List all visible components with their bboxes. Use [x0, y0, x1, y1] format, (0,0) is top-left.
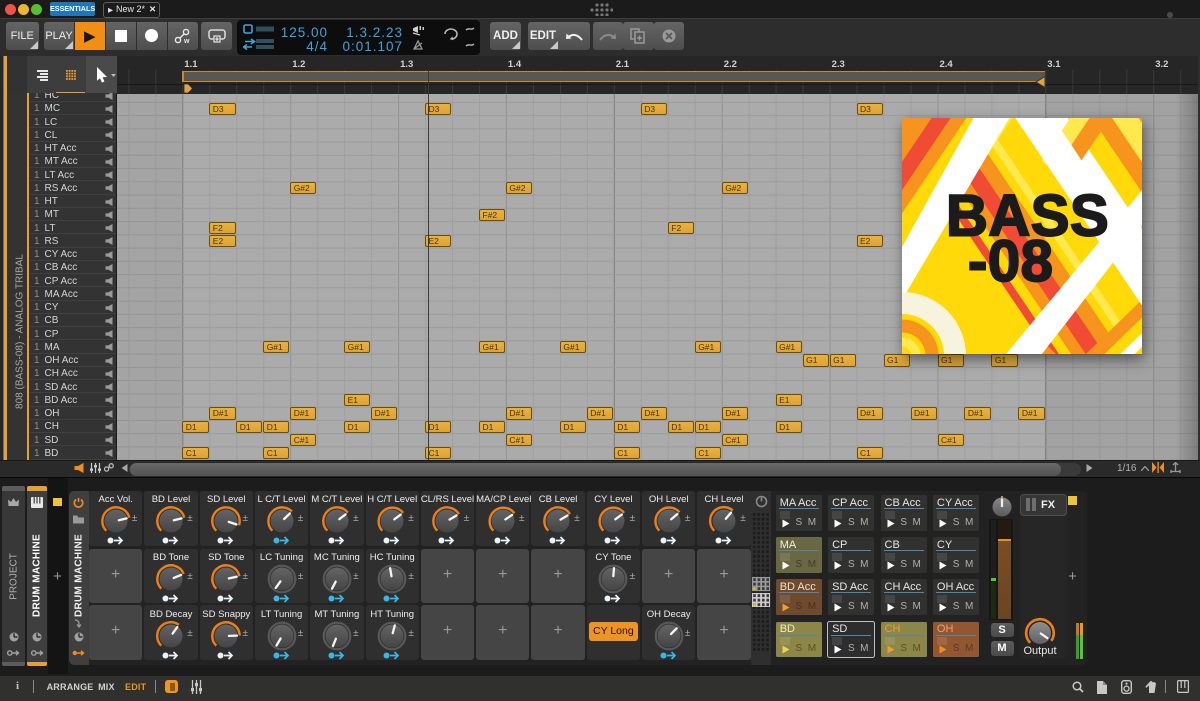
svg-text:-08: -08 — [968, 229, 1053, 294]
svg-text:w: w — [183, 38, 190, 44]
